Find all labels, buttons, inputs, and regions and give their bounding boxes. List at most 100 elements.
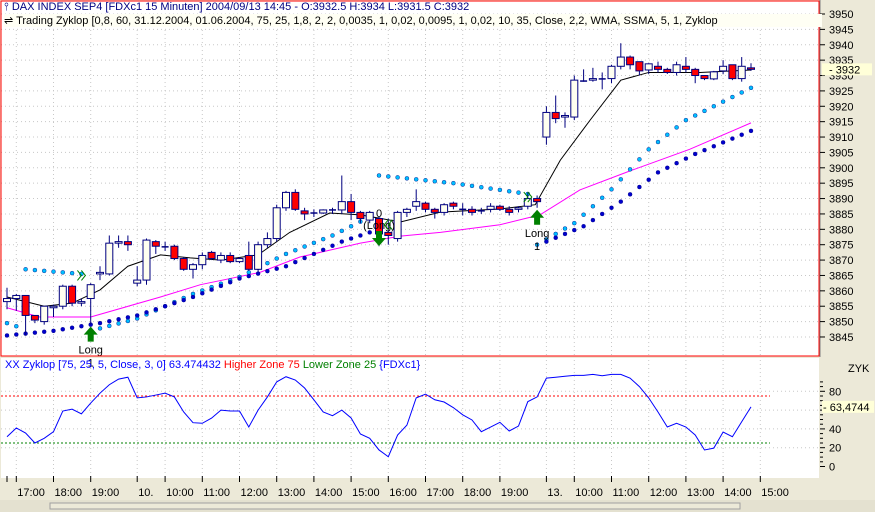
time-tick-label: 11:00 [613, 487, 640, 499]
stop-dot-dark [683, 156, 689, 161]
candle-body [430, 208, 439, 213]
candle-body [728, 64, 737, 80]
stop-dot-dark [739, 132, 744, 137]
candle-body [114, 241, 123, 244]
signal-count: 0 [376, 208, 382, 220]
stop-dot-light [60, 270, 65, 275]
stop-dot-dark [627, 192, 633, 197]
candle-body [263, 238, 272, 246]
stop-dot-dark [646, 177, 651, 182]
stop-dot-light [479, 185, 484, 190]
price-tick-label: 3870 [829, 255, 853, 267]
candle-body [644, 63, 653, 71]
double-arrow-icon: ⇌ [4, 15, 14, 27]
candle-body [542, 111, 551, 138]
price-tick-label: 3905 [829, 147, 853, 159]
candle-body [86, 284, 95, 300]
stop-dot-light [646, 147, 651, 152]
stop-dot-light [125, 318, 131, 324]
stop-dot-light [107, 323, 112, 329]
candle-body [421, 202, 430, 210]
stop-dot-dark [227, 280, 233, 285]
candle-body [282, 191, 290, 209]
stop-dot-light [702, 108, 707, 114]
stop-dot-light [348, 224, 354, 229]
scrollbar-thumb[interactable] [49, 502, 741, 510]
candle-body [412, 201, 421, 207]
time-tick-label: 19:00 [92, 487, 120, 499]
stop-dot-light [655, 139, 661, 145]
stop-dot-light [321, 236, 326, 242]
signal-count: 1 [534, 241, 540, 253]
time-tick-label: 13:00 [687, 487, 715, 499]
osc-tick-label: 80 [829, 386, 841, 398]
stop-dot-light [553, 231, 558, 237]
candle [68, 284, 77, 307]
candle-body [449, 202, 458, 207]
stop-dot-dark [107, 319, 112, 324]
symbol-line: DAX INDEX SEP4 [FDXc1 15 Minuten] 2004/0… [11, 1, 470, 13]
price-panel [1, 1, 819, 356]
time-tick-label: 19:00 [501, 487, 529, 499]
price-tick-label: 3890 [829, 194, 853, 206]
stop-dot-dark [702, 147, 707, 153]
candle [170, 244, 179, 261]
stop-dot-dark [655, 170, 661, 175]
indicator-line: Trading Zyklop [0,8, 60, 31.12.2004, 01.… [16, 15, 718, 27]
stop-dot-light [720, 99, 726, 104]
stop-dot-light [293, 248, 298, 253]
candle-body [402, 208, 411, 213]
stop-dot-dark [637, 184, 642, 190]
candle-body [77, 301, 86, 304]
candle [179, 257, 188, 271]
lower-zone-label: Lower Zone 25 [302, 359, 377, 371]
candle-body [700, 75, 709, 80]
last-value-label: - 63,4744 [823, 402, 869, 414]
price-tick-label: 3945 [829, 24, 853, 36]
stop-dot-light [562, 226, 568, 231]
candle-body [319, 209, 328, 214]
candle-body [272, 207, 281, 240]
stop-dot-dark [79, 324, 84, 329]
signal-label: Long [78, 345, 102, 357]
stop-dot-dark [162, 304, 168, 309]
stop-dot-dark [153, 307, 159, 312]
indicator-header: ⇌ Trading Zyklop [0,8, 60, 31.12.2004, 0… [4, 14, 822, 27]
stop-dot-light [683, 117, 689, 123]
stop-dot-light [693, 113, 698, 118]
price-tick-label: 3900 [829, 163, 853, 175]
candle [207, 250, 216, 261]
time-tick-label: 14:00 [724, 487, 752, 499]
stop-dot-dark [172, 300, 177, 306]
price-tick-label: 3925 [829, 86, 853, 98]
candle [319, 209, 328, 214]
stop-dot-light [581, 212, 586, 217]
stop-dot-dark [200, 291, 205, 296]
time-tick-label: 10. [138, 487, 153, 499]
stop-dot-dark [134, 313, 140, 318]
stop-dot-dark [293, 259, 298, 265]
candle [254, 241, 263, 273]
price-tick-label: 3940 [829, 40, 853, 52]
candle [58, 284, 67, 310]
candle-body [570, 79, 579, 118]
time-tick-label: 16:00 [389, 487, 417, 499]
stop-dot-dark [600, 211, 605, 217]
candle [282, 190, 290, 211]
stop-dot-light [627, 167, 633, 172]
time-tick-label: 12:00 [650, 487, 678, 499]
candle-body [737, 65, 746, 80]
candle-body [216, 254, 225, 261]
price-tick-label: 3910 [829, 132, 853, 144]
time-tick-label: 18:00 [464, 487, 492, 499]
stop-dot-light [507, 189, 512, 194]
price-tick-label: 3850 [829, 317, 853, 329]
stop-dot-light [274, 256, 279, 261]
time-tick-label: 11:00 [203, 487, 230, 499]
osc-tick-label: 0 [829, 462, 835, 474]
stop-dot-dark [209, 287, 214, 292]
stop-dot-dark [720, 140, 726, 145]
price-tick-label: 3880 [829, 224, 853, 236]
stop-dot-dark [711, 144, 716, 149]
stop-dot-dark [116, 317, 121, 322]
